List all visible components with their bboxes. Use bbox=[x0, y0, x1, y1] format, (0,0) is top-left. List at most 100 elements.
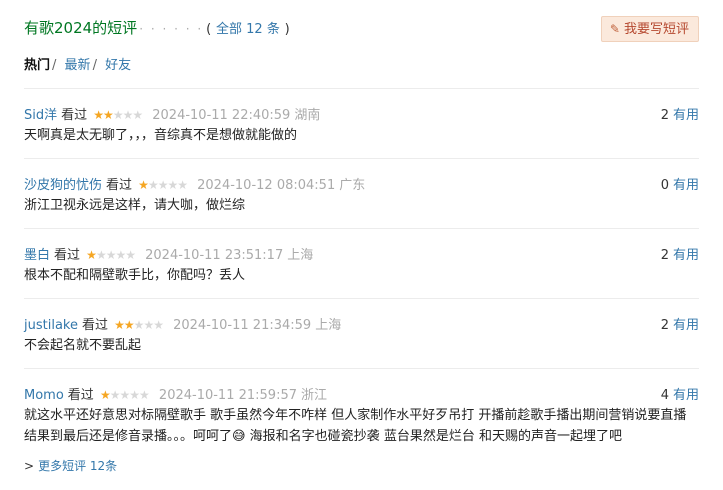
comment-meta: Sid洋 看过 ★★★★★ 2024-10-11 22:40:59 湖南 bbox=[24, 104, 320, 123]
star-empty-icon: ★ bbox=[132, 108, 143, 122]
rating-stars: ★★★★★ bbox=[138, 178, 188, 192]
comment-item: 沙皮狗的忧伤 看过 ★★★★★ 2024-10-12 08:04:51 广东 0 有用… bbox=[24, 159, 699, 229]
star-empty-icon: ★ bbox=[153, 318, 164, 332]
watched-label: 看过 bbox=[67, 388, 94, 403]
star-empty-icon: ★ bbox=[115, 248, 126, 262]
comment-user-link[interactable]: Momo bbox=[24, 388, 64, 403]
comment-meta: 沙皮狗的忧伤 看过 ★★★★★ 2024-10-12 08:04:51 广东 bbox=[24, 174, 365, 193]
comment-text: 不会起名就不要乱起 bbox=[24, 338, 142, 353]
star-empty-icon: ★ bbox=[125, 248, 136, 262]
comment-meta: 墨白 看过 ★★★★★ 2024-10-11 23:51:17 上海 bbox=[24, 244, 313, 263]
star-filled-icon: ★ bbox=[123, 318, 135, 332]
comment-user-link[interactable]: justilake bbox=[24, 318, 78, 333]
star-filled-icon: ★ bbox=[86, 248, 97, 262]
useful-vote: 2 有用 bbox=[661, 244, 699, 263]
useful-button[interactable]: 有用 bbox=[673, 178, 699, 193]
comments-section: 有歌2024的短评 · · · · · ·( 全部 12 条 ) ✎ 我要写短评 热… bbox=[0, 0, 723, 490]
sort-tabs: 热门 / 最新 / 好友 bbox=[24, 54, 131, 73]
star-empty-icon: ★ bbox=[133, 318, 145, 332]
title-text: 有歌2024的短评 bbox=[24, 19, 138, 37]
star-empty-icon: ★ bbox=[105, 248, 117, 262]
more-comments-link[interactable]: > 更多短评 12条 bbox=[24, 457, 117, 474]
comment-location: 湖南 bbox=[294, 108, 321, 123]
useful-count: 0 bbox=[660, 178, 669, 193]
star-empty-icon: ★ bbox=[143, 318, 154, 332]
tab-separator: / bbox=[92, 58, 97, 73]
comment-location: 广东 bbox=[339, 178, 366, 193]
open-paren: ( bbox=[206, 22, 212, 37]
comment-user-link[interactable]: 墨白 bbox=[24, 248, 50, 263]
comment-location: 上海 bbox=[287, 248, 314, 263]
tab-separator: / bbox=[52, 58, 57, 73]
star-empty-icon: ★ bbox=[119, 388, 130, 402]
comment-location: 上海 bbox=[315, 318, 342, 333]
all-comments-link[interactable]: 全部 12 条 bbox=[216, 22, 280, 37]
section-title: 有歌2024的短评 · · · · · ·( 全部 12 条 ) bbox=[24, 17, 290, 38]
tab-friends[interactable]: 好友 bbox=[105, 58, 131, 73]
tab-latest[interactable]: 最新 bbox=[65, 58, 91, 73]
comment-text: 天啊真是太无聊了，，，音综真不是想做就能做的 bbox=[24, 128, 298, 143]
rating-stars: ★★★★★ bbox=[114, 318, 164, 332]
comment-item: 墨白 看过 ★★★★★ 2024-10-11 23:51:17 上海 2 有用 根本不… bbox=[24, 229, 699, 299]
tab-hot[interactable]: 热门 bbox=[24, 58, 50, 73]
star-filled-icon: ★ bbox=[99, 388, 111, 402]
useful-vote: 4 有用 bbox=[661, 384, 699, 403]
star-filled-icon: ★ bbox=[138, 178, 149, 192]
comment-user-link[interactable]: 沙皮狗的忧伤 bbox=[24, 178, 102, 193]
star-empty-icon: ★ bbox=[122, 108, 134, 122]
useful-count: 2 bbox=[660, 318, 669, 333]
useful-vote: 2 有用 bbox=[661, 314, 699, 333]
comment-text-line: 结果到最后还是修音录播。。。呵呵了😅 海报和名字也碰瓷抄袭 蓝台果然是烂台 和天… bbox=[24, 429, 622, 444]
write-comment-button[interactable]: ✎ 我要写短评 bbox=[600, 16, 699, 42]
comment-item: justilake 看过 ★★★★★ 2024-10-11 21:34:59 上海 … bbox=[24, 299, 699, 369]
comment-item: Momo 看过 ★★★★★ 2024-10-11 21:59:57 浙江 4 有用 就… bbox=[24, 369, 699, 455]
watched-label: 看过 bbox=[61, 108, 88, 123]
star-empty-icon: ★ bbox=[167, 178, 178, 192]
rating-stars: ★★★★★ bbox=[99, 388, 150, 402]
pencil-icon: ✎ bbox=[609, 22, 620, 36]
comment-item: Sid洋 看过 ★★★★★ 2024-10-11 22:40:59 湖南 2 有用 天… bbox=[24, 89, 699, 159]
star-empty-icon: ★ bbox=[95, 248, 107, 262]
star-filled-icon: ★ bbox=[103, 108, 114, 122]
comment-location: 浙江 bbox=[301, 388, 328, 403]
comment-time[interactable]: 2024-10-11 22:40:59 bbox=[152, 108, 290, 123]
comment-meta: Momo 看过 ★★★★★ 2024-10-11 21:59:57 浙江 bbox=[24, 384, 327, 403]
rating-stars: ★★★★★ bbox=[93, 108, 143, 122]
title-dots: · · · · · · bbox=[139, 22, 204, 36]
write-comment-label: 我要写短评 bbox=[623, 22, 689, 37]
useful-count: 4 bbox=[660, 388, 669, 403]
comment-time[interactable]: 2024-10-11 23:51:17 bbox=[145, 248, 283, 263]
comment-time[interactable]: 2024-10-11 21:59:57 bbox=[159, 388, 297, 403]
useful-count: 2 bbox=[660, 248, 669, 263]
useful-count: 2 bbox=[660, 108, 669, 123]
star-empty-icon: ★ bbox=[129, 388, 140, 402]
comment-meta: justilake 看过 ★★★★★ 2024-10-11 21:34:59 上海 bbox=[24, 314, 341, 333]
watched-label: 看过 bbox=[106, 178, 133, 193]
star-empty-icon: ★ bbox=[139, 388, 150, 402]
more-arrow: > bbox=[24, 459, 35, 473]
watched-label: 看过 bbox=[54, 248, 81, 263]
useful-button[interactable]: 有用 bbox=[673, 108, 699, 123]
comment-text-line: 就这水平还好意思对标隔壁歌手 歌手虽然今年不咋样 但人家制作水平好歹吊打 开播前… bbox=[24, 408, 687, 423]
close-paren: ) bbox=[284, 22, 290, 37]
useful-button[interactable]: 有用 bbox=[673, 318, 699, 333]
useful-button[interactable]: 有用 bbox=[673, 388, 699, 403]
star-filled-icon: ★ bbox=[93, 108, 104, 122]
rating-stars: ★★★★★ bbox=[86, 248, 136, 262]
useful-vote: 2 有用 bbox=[661, 104, 699, 123]
star-empty-icon: ★ bbox=[177, 178, 188, 192]
comment-time[interactable]: 2024-10-12 08:04:51 bbox=[197, 178, 335, 193]
watched-label: 看过 bbox=[81, 318, 108, 333]
comment-time[interactable]: 2024-10-11 21:34:59 bbox=[173, 318, 311, 333]
comment-user-link[interactable]: Sid洋 bbox=[24, 108, 57, 123]
comment-text: 就这水平还好意思对标隔壁歌手 歌手虽然今年不咋样 但人家制作水平好歹吊打 开播前… bbox=[24, 405, 699, 447]
star-empty-icon: ★ bbox=[157, 178, 169, 192]
comment-text: 根本不配和隔壁歌手比，你配吗？丢人 bbox=[24, 268, 246, 283]
comment-list: Sid洋 看过 ★★★★★ 2024-10-11 22:40:59 湖南 2 有用 天… bbox=[24, 88, 699, 455]
comment-text: 浙江卫视永远是这样，请大咖，做烂综 bbox=[24, 198, 246, 213]
section-header: 有歌2024的短评 · · · · · ·( 全部 12 条 ) ✎ 我要写短评 bbox=[24, 14, 699, 44]
star-empty-icon: ★ bbox=[147, 178, 159, 192]
useful-vote: 0 有用 bbox=[661, 174, 699, 193]
star-filled-icon: ★ bbox=[114, 318, 125, 332]
useful-button[interactable]: 有用 bbox=[673, 248, 699, 263]
